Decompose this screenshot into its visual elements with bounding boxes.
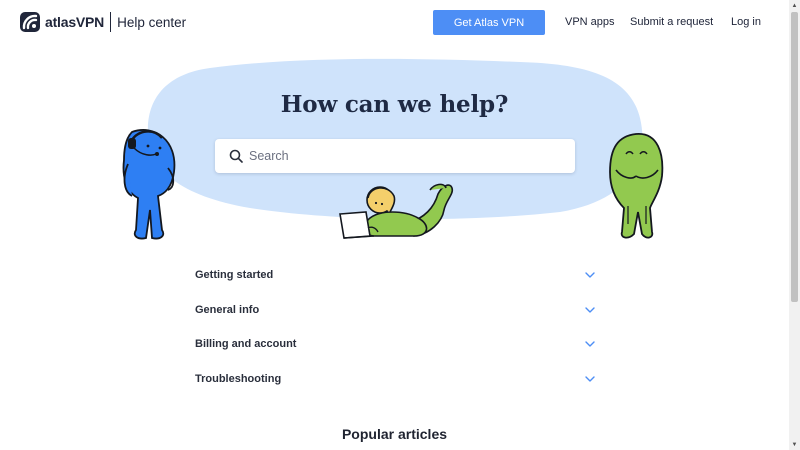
help-center-label: Help center xyxy=(117,14,187,30)
blue-mascot-illustration xyxy=(122,129,176,240)
page-title: How can we help? xyxy=(280,91,509,118)
accordion-item-label: General info xyxy=(195,303,260,316)
scroll-down-arrow-icon[interactable]: ▼ xyxy=(789,439,800,450)
laptop-user-illustration xyxy=(339,183,454,239)
chevron-down-icon xyxy=(585,341,595,347)
page-scrollbar[interactable]: ▲ ▼ xyxy=(789,0,800,450)
chevron-down-icon xyxy=(585,272,595,278)
atlas-logo-icon xyxy=(20,12,40,32)
search-bar[interactable] xyxy=(215,139,575,173)
accordion-item-general-info[interactable]: General info xyxy=(176,293,613,328)
nav-submit-request[interactable]: Submit a request xyxy=(630,16,713,28)
chevron-down-icon xyxy=(585,307,595,313)
category-accordion: Getting started General info Billing and… xyxy=(176,258,613,396)
accordion-item-troubleshooting[interactable]: Troubleshooting xyxy=(176,362,613,397)
nav-log-in[interactable]: Log in xyxy=(731,16,761,28)
logo-divider xyxy=(110,12,112,32)
search-icon xyxy=(229,149,243,163)
nav-vpn-apps[interactable]: VPN apps xyxy=(565,16,615,28)
green-mascot-illustration xyxy=(609,133,664,239)
search-input[interactable] xyxy=(249,149,549,163)
brand-logo[interactable]: atlasVPN Help center xyxy=(20,12,186,32)
get-atlas-vpn-button[interactable]: Get Atlas VPN xyxy=(433,10,545,35)
scroll-up-arrow-icon[interactable]: ▲ xyxy=(789,0,800,11)
accordion-item-label: Billing and account xyxy=(195,338,297,351)
accordion-item-label: Getting started xyxy=(195,269,274,282)
accordion-item-label: Troubleshooting xyxy=(195,372,282,385)
accordion-item-getting-started[interactable]: Getting started xyxy=(176,258,613,293)
chevron-down-icon xyxy=(585,376,595,382)
site-header: atlasVPN Help center Get Atlas VPN VPN a… xyxy=(0,0,789,45)
scrollbar-thumb[interactable] xyxy=(791,12,798,302)
accordion-item-billing-and-account[interactable]: Billing and account xyxy=(176,327,613,362)
popular-articles-heading: Popular articles xyxy=(341,426,448,442)
brand-name: atlasVPN xyxy=(45,14,105,30)
